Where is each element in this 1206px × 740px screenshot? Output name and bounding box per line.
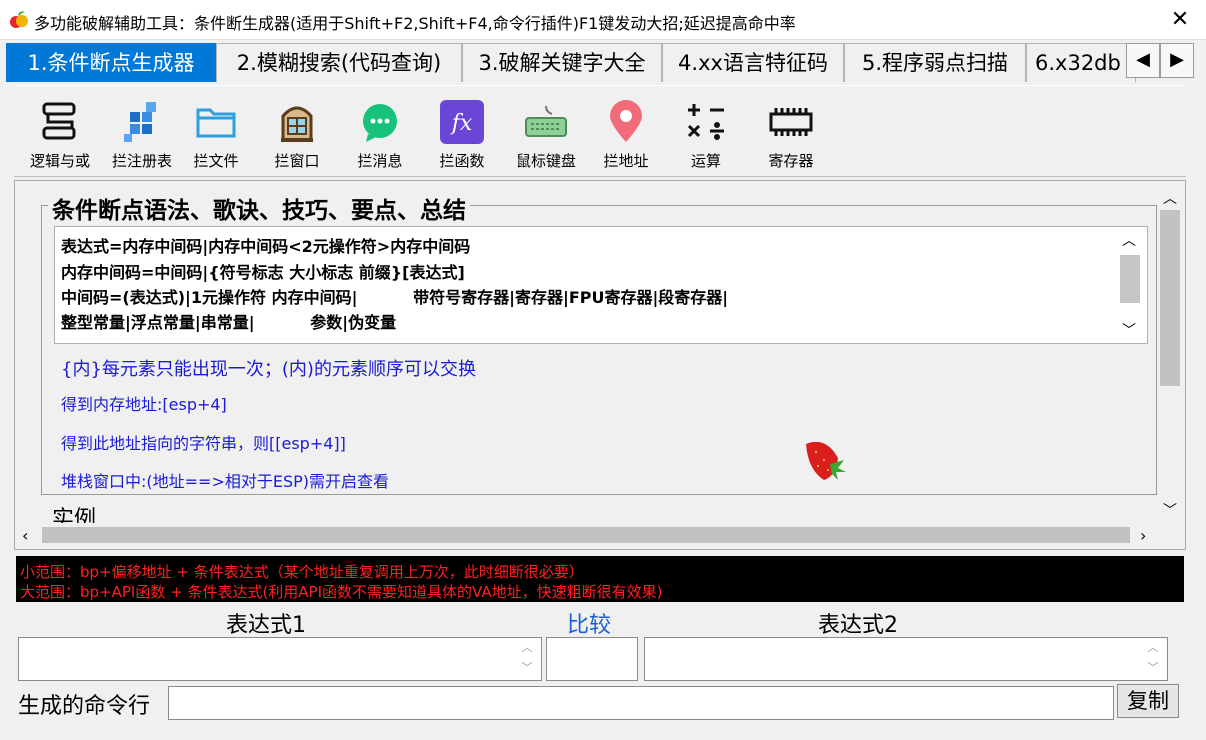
tab-x32dbg[interactable]: 6.x32db (1026, 43, 1136, 82)
syntax-scroll-down-icon[interactable]: ﹀ (1122, 320, 1136, 340)
strawberry-icon (800, 434, 850, 484)
close-button[interactable]: ✕ (1162, 4, 1198, 36)
expression1-input[interactable] (18, 637, 542, 681)
toolbar-label: 拦消息 (357, 152, 403, 170)
calculate-button[interactable]: 运算 (674, 98, 738, 176)
syntax-line: 整型常量|浮点常量|串常量| 参数|伪变量 (61, 313, 397, 332)
toolbar-label: 寄存器 (768, 152, 814, 170)
syntax-line: 表达式=内存中间码|内存中间码<2元操作符>内存中间码 (61, 237, 471, 256)
expression2-input[interactable] (644, 637, 1168, 681)
folder-icon (192, 98, 240, 146)
chip-icon (767, 98, 815, 146)
expression1-spin-up-icon[interactable]: ︿ (519, 639, 535, 657)
syntax-textbox[interactable]: 表达式=内存中间码|内存中间码<2元操作符>内存中间码 内存中间码=中间码|{符… (54, 226, 1148, 344)
expression2-label: 表达式2 (818, 613, 898, 638)
function-hook-button[interactable]: fx 拦函数 (430, 98, 494, 176)
app-fruit-icon (8, 9, 30, 31)
toolbar: 逻辑与或 拦注册表 拦文件 拦窗口 拦消息 fx 拦函数 鼠标键盘 拦地址 运算… (14, 85, 1186, 177)
message-icon (356, 98, 404, 146)
toolbar-label: 鼠标键盘 (515, 152, 576, 170)
toolbar-label: 逻辑与或 (29, 152, 90, 170)
note-line: 得到内存地址:[esp+4] (61, 395, 227, 414)
mouse-keyboard-button[interactable]: 鼠标键盘 (504, 98, 588, 176)
toolbar-label: 拦地址 (603, 152, 649, 170)
expression1-label: 表达式1 (226, 613, 306, 638)
note-line: 得到此地址指向的字符串，则[[esp+4]] (61, 434, 346, 453)
window-hook-button[interactable]: 拦窗口 (264, 98, 330, 176)
svg-text:fx: fx (450, 111, 473, 136)
compare-label: 比较 (567, 613, 612, 638)
syntax-scrollbar-thumb[interactable] (1120, 255, 1140, 303)
syntax-section-title: 条件断点语法、歌诀、技巧、要点、总结 (48, 191, 470, 225)
registry-icon (118, 98, 166, 146)
keyboard-icon (522, 98, 570, 146)
register-button[interactable]: 寄存器 (754, 98, 828, 176)
message-hook-button[interactable]: 拦消息 (348, 98, 412, 176)
calculator-icon (682, 98, 730, 146)
syntax-line: 内存中间码=中间码|{符号标志 大小标志 前缀}[表达式] (61, 263, 465, 282)
logic-icon (36, 98, 84, 146)
content-scroll-left-icon[interactable]: ‹ (22, 526, 28, 545)
expression2-spin-up-icon[interactable]: ︿ (1145, 639, 1161, 657)
toolbar-label: 拦窗口 (274, 152, 320, 170)
location-icon (602, 98, 650, 146)
tab-strip: 1.条件断点生成器 2.模糊搜索(代码查询) 3.破解关键字大全 4.xx语言特… (6, 43, 1198, 82)
tab-crack-keywords[interactable]: 3.破解关键字大全 (462, 43, 662, 82)
address-hook-button[interactable]: 拦地址 (594, 98, 658, 176)
hint-bar: 小范围：bp+偏移地址 + 条件表达式（某个地址重复调用上万次，此时细断很必要）… (16, 556, 1184, 602)
logic-and-or-button[interactable]: 逻辑与或 (20, 98, 100, 176)
file-hook-button[interactable]: 拦文件 (184, 98, 248, 176)
content-scroll-down-icon[interactable]: ﹀ (1163, 500, 1177, 520)
tab-fuzzy-search[interactable]: 2.模糊搜索(代码查询) (216, 43, 462, 82)
window-icon (273, 98, 321, 146)
tab-language-signatures[interactable]: 4.xx语言特征码 (662, 43, 844, 82)
hint-line: 大范围：bp+API函数 + 条件表达式(利用API函数不需要知道具体的VA地址… (20, 583, 663, 601)
function-icon: fx (438, 98, 486, 146)
toolbar-label: 拦函数 (439, 152, 485, 170)
content-scroll-up-icon[interactable]: ︿ (1163, 188, 1177, 208)
content-horizontal-scroll-thumb[interactable] (42, 527, 1130, 543)
toolbar-label: 拦注册表 (111, 152, 172, 170)
command-line-label: 生成的命令行 (18, 694, 151, 719)
content-vertical-scroll-thumb[interactable] (1160, 210, 1180, 386)
window-title: 多功能破解辅助工具：条件断生成器(适用于Shift+F2,Shift+F4,命令… (34, 14, 796, 33)
tab-weakness-scan[interactable]: 5.程序弱点扫描 (844, 43, 1026, 82)
compare-input[interactable] (546, 637, 638, 681)
registry-hook-button[interactable]: 拦注册表 (102, 98, 182, 176)
toolbar-label: 运算 (690, 152, 721, 170)
syntax-scroll-up-icon[interactable]: ︿ (1122, 230, 1136, 250)
toolbar-label: 拦文件 (193, 152, 239, 170)
note-line: 堆栈窗口中:(地址==>相对于ESP)需开启查看 (61, 472, 390, 491)
copy-button[interactable]: 复制 (1117, 684, 1179, 718)
tab-scroll-right-button[interactable]: ▶ (1160, 43, 1194, 78)
content-scroll-right-icon[interactable]: › (1140, 526, 1146, 545)
note-line: {内}每元素只能出现一次；(内)的元素顺序可以交换 (61, 359, 476, 380)
syntax-line: 中间码=(表达式)|1元操作符 内存中间码| 带符号寄存器|寄存器|FPU寄存器… (61, 288, 729, 307)
expression1-spin-down-icon[interactable]: ﹀ (519, 659, 535, 677)
command-line-input[interactable] (168, 686, 1114, 720)
tab-scroll-left-button[interactable]: ◀ (1126, 43, 1160, 78)
expression2-spin-down-icon[interactable]: ﹀ (1145, 659, 1161, 677)
hint-line: 小范围：bp+偏移地址 + 条件表达式（某个地址重复调用上万次，此时细断很必要） (20, 563, 584, 581)
tab-condition-breakpoint[interactable]: 1.条件断点生成器 (6, 43, 216, 82)
